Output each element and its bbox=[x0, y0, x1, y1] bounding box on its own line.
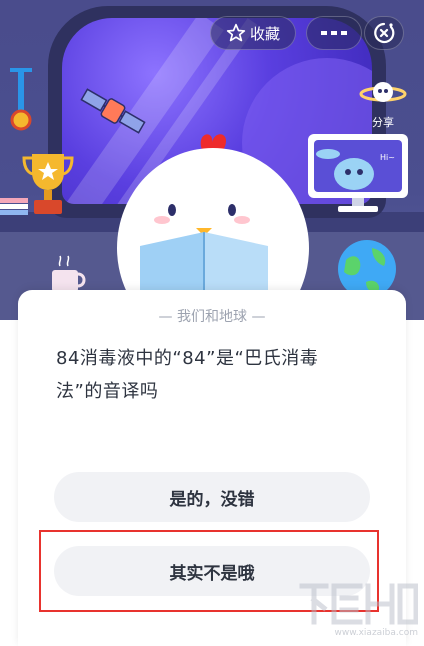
share-label: 分享 bbox=[372, 116, 394, 129]
watermark-url: www.xiazaiba.com bbox=[334, 628, 418, 638]
favorite-label: 收藏 bbox=[249, 24, 280, 43]
favorite-button[interactable]: 收藏 bbox=[210, 16, 296, 50]
medal-icon bbox=[10, 68, 32, 131]
question-category: — 我们和地球 — bbox=[158, 309, 266, 325]
answer-option-yes[interactable]: 是的，没错 bbox=[54, 472, 370, 522]
star-outline-icon bbox=[226, 23, 246, 42]
books-icon bbox=[0, 198, 28, 215]
mug-icon bbox=[52, 255, 86, 292]
close-button[interactable] bbox=[364, 16, 404, 50]
ellipsis-icon bbox=[321, 31, 347, 35]
watermark-logo bbox=[299, 583, 419, 625]
more-button[interactable] bbox=[306, 16, 362, 50]
question-text: 84消毒液中的“84”是“巴氏消毒法”的音译吗 bbox=[56, 348, 319, 402]
svg-text:Hi~: Hi~ bbox=[380, 153, 395, 162]
share-button[interactable]: 分享 bbox=[358, 78, 408, 130]
site-watermark: www.xiazaiba.com bbox=[298, 580, 419, 640]
space-room-illustration: Hi~ 分享 bbox=[0, 0, 424, 320]
planet-share-icon bbox=[359, 82, 407, 102]
close-circle-icon bbox=[374, 22, 395, 44]
